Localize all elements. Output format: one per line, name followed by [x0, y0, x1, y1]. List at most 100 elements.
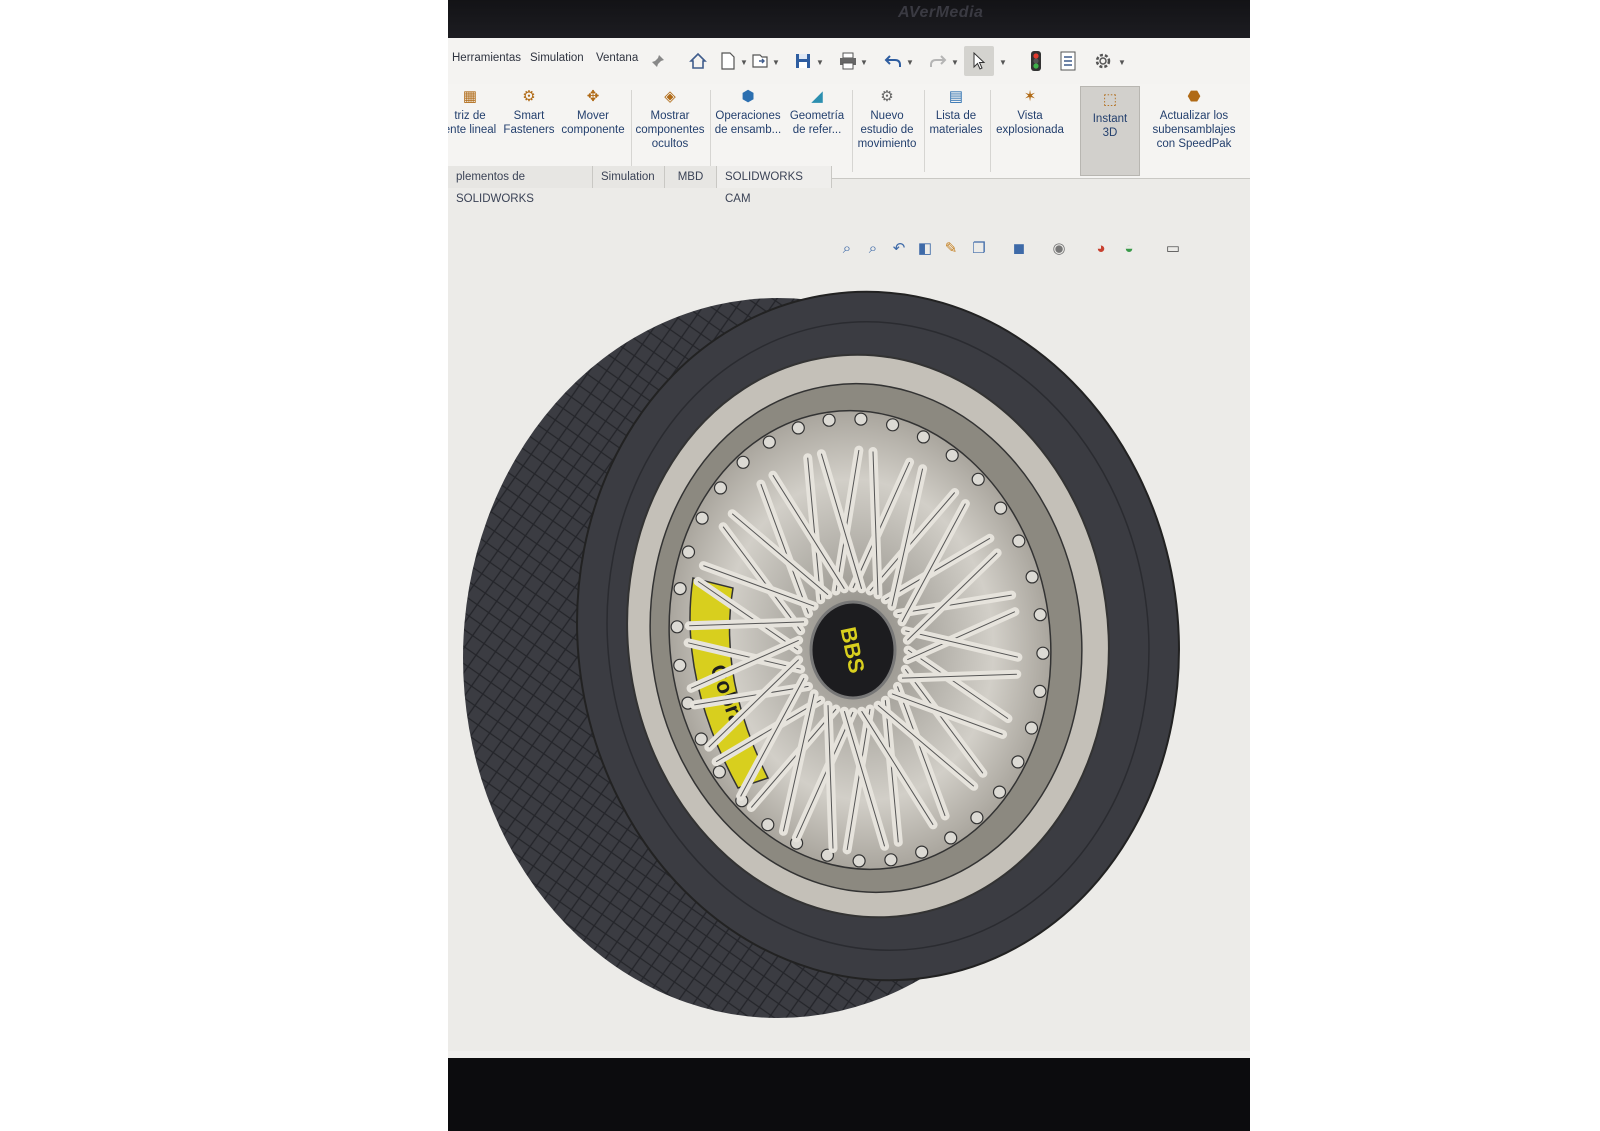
dynamic-annotation-icon[interactable]: ✎ [940, 238, 962, 260]
show-hidden-components-button[interactable]: ◈ Mostrar componentes ocultos [632, 88, 708, 174]
menu-ventana[interactable]: Ventana [596, 52, 638, 64]
rim-bolt [884, 853, 898, 867]
smart-fasteners-icon: ⚙ [522, 88, 536, 105]
rim-bolt [854, 412, 868, 426]
rim-bolt [673, 658, 687, 672]
monitor-bottom-bezel [448, 1058, 1250, 1131]
graphics-viewport[interactable]: Cobra BBS [448, 268, 1250, 1048]
rim-bolt [852, 854, 866, 868]
rim-bolt [1012, 534, 1026, 548]
rim-bolt [971, 472, 985, 486]
tab-solidworks-addins[interactable]: plementos de SOLIDWORKS [448, 166, 593, 205]
bill-of-materials-button[interactable]: ▤ Lista de materiales [924, 88, 988, 174]
edit-appearance-icon[interactable]: ◕ [1090, 238, 1112, 260]
rim-bolt [791, 421, 805, 435]
monitor-photo: AVerMedia Herramientas Simulation Ventan… [448, 0, 1250, 1131]
reference-geometry-button[interactable]: ◢ Geometría de refer... [786, 88, 848, 174]
rim-bolt [915, 845, 929, 859]
traffic-light-icon[interactable] [1026, 51, 1046, 71]
tab-simulation[interactable]: Simulation [593, 166, 665, 188]
wheel-model[interactable]: Cobra BBS [448, 268, 1250, 1048]
new-motion-study-button[interactable]: ⚙ Nuevo estudio de movimiento [852, 88, 922, 174]
rim-bolt [970, 811, 984, 825]
pin-icon[interactable] [648, 51, 668, 71]
rim-bolt [886, 418, 900, 432]
view-orientation-icon[interactable]: ❐ [968, 238, 990, 260]
assembly-features-button[interactable]: ⬢ Operaciones de ensamb... [710, 88, 786, 174]
exploded-view-icon: ✶ [1023, 88, 1037, 105]
move-component-button[interactable]: ✥ Mover componente [560, 88, 626, 174]
instant-3d-button[interactable]: ⬚ Instant 3D [1080, 86, 1140, 176]
print-icon[interactable] [838, 51, 858, 71]
menu-herramientas[interactable]: Herramientas [452, 52, 521, 64]
instant-3d-icon: ⬚ [1102, 91, 1118, 108]
chevron-down-icon[interactable]: ▼ [860, 58, 868, 67]
rim-bolt [916, 430, 930, 444]
linear-pattern-button[interactable]: ▦ triz de ente lineal [448, 88, 500, 174]
rim-bolt [695, 511, 709, 525]
rim-bolt [712, 765, 726, 779]
monitor-top-bezel: AVerMedia [448, 0, 1250, 40]
undo-icon[interactable] [883, 51, 903, 71]
assembly-features-icon: ⬢ [741, 88, 755, 105]
show-hidden-icon: ◈ [664, 88, 676, 105]
chevron-down-icon[interactable]: ▼ [740, 58, 748, 67]
zoom-to-area-icon[interactable]: ⌕ [862, 238, 884, 260]
exploded-view-button[interactable]: ✶ Vista explosionada [990, 88, 1070, 174]
tab-solidworks-cam[interactable]: SOLIDWORKS CAM [717, 166, 832, 205]
heads-up-view-toolbar: ⌕ ⌕ ↶ ◧ ✎ ❐ ◼ ◉ ◕ ◒ ▭ [448, 238, 1250, 264]
chevron-down-icon[interactable]: ▼ [951, 58, 959, 67]
rim-bolt [992, 785, 1007, 799]
rim-bolt [761, 818, 775, 832]
move-component-icon: ✥ [586, 88, 600, 105]
hide-show-icon[interactable]: ◉ [1048, 238, 1070, 260]
apply-scene-icon[interactable]: ◒ [1118, 238, 1140, 260]
bill-of-materials-icon: ▤ [948, 88, 964, 105]
options-gear-icon[interactable] [1093, 51, 1113, 71]
chevron-down-icon[interactable]: ▼ [999, 58, 1007, 67]
rim-bolt [822, 413, 836, 427]
webcam-brand-label: AVerMedia [898, 4, 984, 21]
rim-bolt [670, 620, 684, 634]
menu-bar: Herramientas Simulation Ventana ▼ ▼ ▼ ▼ … [448, 38, 1250, 84]
rim-bolt [1024, 721, 1039, 735]
command-manager-ribbon: ▦ triz de ente lineal ⚙ Smart Fasteners … [448, 84, 1250, 179]
menu-simulation[interactable]: Simulation [530, 52, 584, 64]
rim-bolt [736, 455, 750, 469]
rim-bolt [945, 448, 959, 462]
rim-bolt [673, 582, 687, 596]
command-tabs: plementos de SOLIDWORKS Simulation MBD S… [448, 166, 1250, 205]
linear-pattern-icon: ▦ [462, 88, 478, 105]
tab-mbd[interactable]: MBD [665, 166, 717, 188]
rim-bolt [681, 545, 696, 559]
view-settings-icon[interactable]: ▭ [1162, 238, 1184, 260]
redo-icon[interactable] [928, 51, 948, 71]
rim-bolt [762, 435, 776, 449]
select-arrow-icon[interactable] [964, 46, 994, 76]
rim-bolt [1033, 684, 1047, 698]
save-icon[interactable] [793, 51, 813, 71]
file-properties-icon[interactable] [1058, 51, 1078, 71]
previous-view-icon[interactable]: ↶ [888, 238, 910, 260]
smart-fasteners-button[interactable]: ⚙ Smart Fasteners [500, 88, 558, 174]
speedpak-update-button[interactable]: ⬣ Actualizar los subensamblajes con Spee… [1140, 88, 1248, 174]
chevron-down-icon[interactable]: ▼ [1118, 58, 1126, 67]
rim-bolt [1025, 570, 1039, 584]
motion-study-icon: ⚙ [880, 88, 894, 105]
rim-bolt [694, 732, 708, 746]
rim-bolt [944, 831, 958, 845]
display-style-icon[interactable]: ◼ [1008, 238, 1030, 260]
chevron-down-icon[interactable]: ▼ [772, 58, 780, 67]
rim-bolt [713, 481, 728, 495]
rim-bolt [993, 501, 1008, 515]
section-view-icon[interactable]: ◧ [914, 238, 936, 260]
chevron-down-icon[interactable]: ▼ [906, 58, 914, 67]
solidworks-window: Herramientas Simulation Ventana ▼ ▼ ▼ ▼ … [448, 38, 1250, 1101]
zoom-to-fit-icon[interactable]: ⌕ [836, 238, 858, 260]
chevron-down-icon[interactable]: ▼ [816, 58, 824, 67]
home-icon[interactable] [688, 51, 708, 71]
open-icon[interactable] [750, 51, 770, 71]
rim-bolt [1036, 646, 1050, 660]
new-document-icon[interactable] [718, 51, 738, 71]
reference-geometry-icon: ◢ [811, 88, 823, 105]
